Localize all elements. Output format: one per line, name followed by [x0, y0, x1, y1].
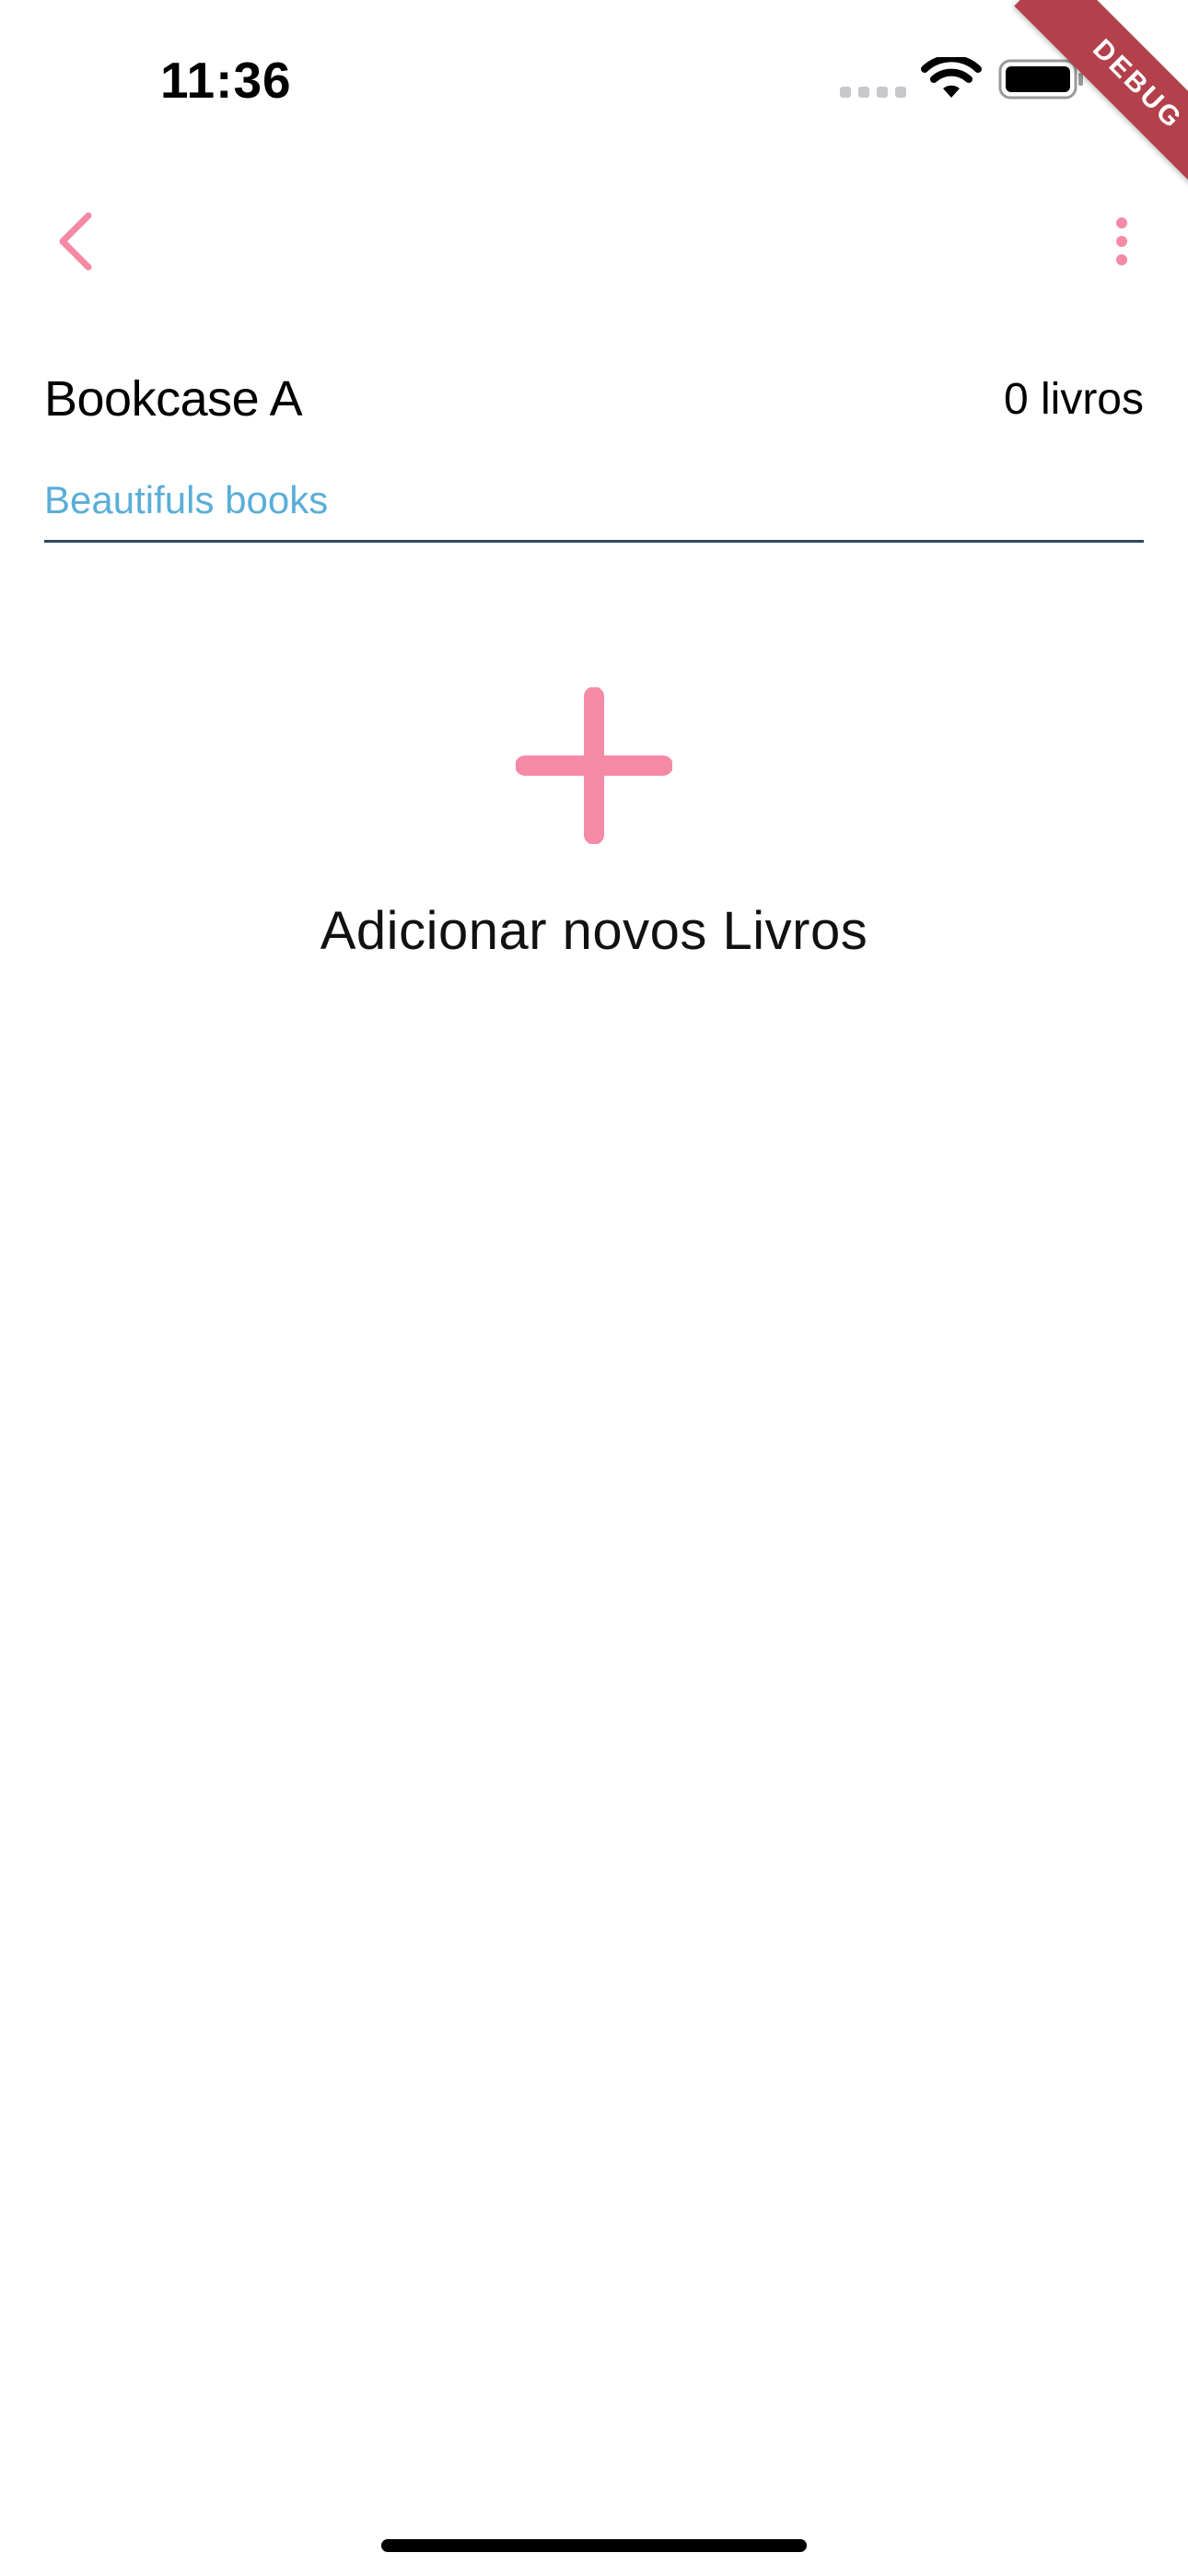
back-button[interactable] — [41, 193, 114, 286]
bookcase-title: Bookcase A — [44, 371, 303, 427]
plus-icon — [516, 687, 672, 844]
status-time: 11:36 — [160, 52, 292, 109]
cellular-dots-icon — [840, 87, 906, 98]
debug-banner: DEBUG — [1014, 0, 1188, 208]
more-options-button[interactable] — [1092, 203, 1151, 280]
chevron-left-icon — [59, 212, 92, 271]
add-books-button[interactable]: Adicionar novos Livros — [258, 673, 930, 986]
book-count: 0 livros — [1003, 375, 1144, 424]
add-books-label: Adicionar novos Livros — [320, 901, 868, 961]
battery-icon — [998, 59, 1083, 100]
description-field[interactable] — [44, 461, 1144, 543]
home-indicator[interactable] — [381, 2539, 807, 2552]
more-vertical-icon — [1116, 217, 1127, 265]
wifi-icon — [921, 57, 982, 98]
